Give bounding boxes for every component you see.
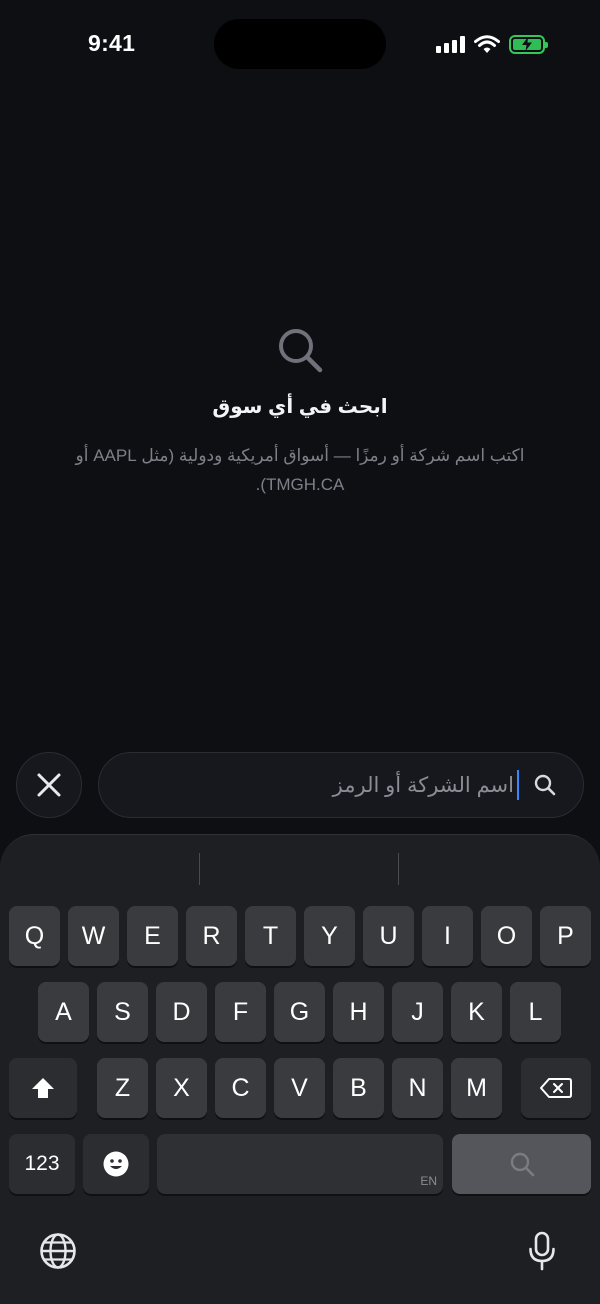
cellular-signal-icon — [436, 35, 465, 53]
key-b[interactable]: B — [333, 1058, 384, 1118]
space-key[interactable]: EN — [157, 1134, 443, 1194]
shift-key[interactable] — [9, 1058, 77, 1118]
key-o[interactable]: O — [481, 906, 532, 966]
key-i[interactable]: I — [422, 906, 473, 966]
close-button[interactable] — [16, 752, 82, 818]
key-f[interactable]: F — [215, 982, 266, 1042]
search-screen: 9:41 ابحث في أي سوق اكتب اسم شركة أو رمز… — [0, 0, 600, 1304]
keyboard: Q W E R T Y U I O P A S D F G H J K L Z … — [0, 834, 600, 1304]
search-input[interactable]: اسم الشركة أو الرمز — [98, 752, 584, 818]
search-key[interactable] — [452, 1134, 591, 1194]
delete-key[interactable] — [521, 1058, 591, 1118]
key-r[interactable]: R — [186, 906, 237, 966]
key-j[interactable]: J — [392, 982, 443, 1042]
key-p[interactable]: P — [540, 906, 591, 966]
emoji-icon — [103, 1151, 129, 1177]
emoji-key[interactable] — [83, 1134, 149, 1194]
search-icon — [510, 1152, 534, 1177]
close-icon — [37, 773, 61, 797]
search-icon — [534, 774, 556, 796]
key-g[interactable]: G — [274, 982, 325, 1042]
empty-state-subtitle: اكتب اسم شركة أو رمزًا — أسواق أمريكية و… — [75, 446, 525, 494]
text-caret — [517, 770, 519, 800]
key-k[interactable]: K — [451, 982, 502, 1042]
wifi-icon — [474, 34, 500, 53]
key-n[interactable]: N — [392, 1058, 443, 1118]
empty-state-title: ابحث في أي سوق — [212, 396, 388, 418]
key-s[interactable]: S — [97, 982, 148, 1042]
key-w[interactable]: W — [68, 906, 119, 966]
status-icons — [436, 33, 548, 55]
delete-icon — [540, 1078, 572, 1098]
microphone-icon — [529, 1231, 555, 1271]
suggestion-divider — [199, 853, 200, 885]
suggestion-divider — [398, 853, 399, 885]
dynamic-island — [214, 19, 386, 69]
dictation-button[interactable] — [524, 1229, 560, 1273]
key-v[interactable]: V — [274, 1058, 325, 1118]
key-u[interactable]: U — [363, 906, 414, 966]
key-y[interactable]: Y — [304, 906, 355, 966]
key-x[interactable]: X — [156, 1058, 207, 1118]
search-field-icon — [533, 773, 557, 797]
numbers-key[interactable]: 123 — [9, 1134, 75, 1194]
key-a[interactable]: A — [38, 982, 89, 1042]
search-icon — [279, 329, 323, 373]
key-h[interactable]: H — [333, 982, 384, 1042]
key-c[interactable]: C — [215, 1058, 266, 1118]
key-t[interactable]: T — [245, 906, 296, 966]
empty-state: ابحث في أي سوق اكتب اسم شركة أو رمزًا — … — [0, 326, 600, 499]
space-language-label: EN — [420, 1174, 437, 1188]
globe-button[interactable] — [38, 1231, 78, 1271]
search-placeholder: اسم الشركة أو الرمز — [332, 773, 514, 797]
key-m[interactable]: M — [451, 1058, 502, 1118]
key-d[interactable]: D — [156, 982, 207, 1042]
key-l[interactable]: L — [510, 982, 561, 1042]
status-time: 9:41 — [88, 30, 136, 56]
globe-icon — [40, 1233, 76, 1269]
key-e[interactable]: E — [127, 906, 178, 966]
key-z[interactable]: Z — [97, 1058, 148, 1118]
key-q[interactable]: Q — [9, 906, 60, 966]
shift-icon — [32, 1078, 54, 1098]
battery-icon — [509, 34, 548, 54]
